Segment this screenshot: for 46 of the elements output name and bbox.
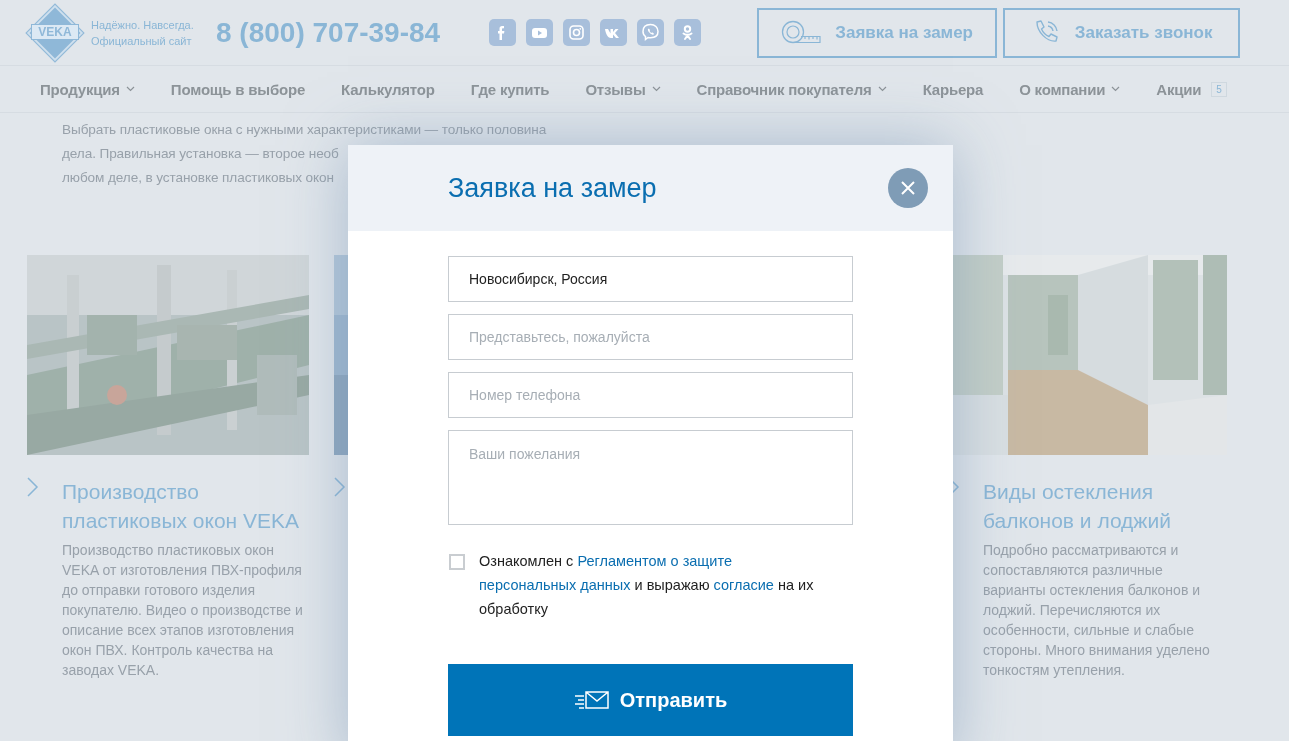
nav-link[interactable]: Карьера bbox=[922, 80, 984, 98]
modal-title: Заявка на замер bbox=[448, 172, 657, 204]
vk-icon[interactable] bbox=[600, 19, 628, 46]
input-field[interactable]: Представьтесь, пожалуйста bbox=[448, 314, 853, 360]
consent-text: Ознакомлен с Регламентом о защите персональных данных и выражаю согласие на их обработку bbox=[479, 552, 815, 619]
video-play-icon[interactable] bbox=[526, 19, 554, 46]
nav-link[interactable]: Где купить bbox=[470, 80, 550, 98]
nav-link[interactable]: Калькулятор bbox=[341, 80, 435, 98]
nav-link[interactable]: Продукция bbox=[40, 80, 135, 98]
input-field[interactable]: Номер телефона bbox=[448, 372, 853, 418]
submit-button[interactable]: Отправить bbox=[448, 664, 853, 736]
nav-link[interactable]: Отзывы bbox=[585, 80, 661, 98]
intro-text: Выбрать пластиковые окна с нужными характеристиками — только половина bbox=[62, 121, 547, 139]
facebook-icon[interactable] bbox=[489, 19, 517, 46]
close-icon bbox=[901, 181, 915, 195]
intro-text: дела. Правильная установка — второе необ bbox=[62, 145, 339, 163]
count-badge: 5 bbox=[1211, 81, 1227, 97]
card-description: Производство пластиковых окон VEKA от изготовления ПВХ-профиля до отправки готового изделия покупателю. Видео о производстве и описание всех этапов изготовления окон ПВХ. Контроль качества на заводах VEKA. bbox=[62, 541, 304, 680]
chevron-right-icon bbox=[334, 477, 346, 497]
consent-link[interactable]: персональных данных bbox=[479, 577, 631, 593]
consent-link[interactable]: согласие bbox=[713, 577, 774, 593]
phone-bubble-icon[interactable] bbox=[637, 19, 665, 46]
wishes-field[interactable]: Ваши пожелания bbox=[448, 430, 853, 525]
card-description: Подробно рассматриваются и сопоставляются различные варианты остекления балконов и лоджий. Перечисляются их особенности, сильные и слабые стороны. Много внимания уделено тонкостям утепления. bbox=[983, 541, 1211, 680]
envelope-icon bbox=[573, 689, 610, 711]
camera-icon[interactable] bbox=[563, 19, 591, 46]
input-field[interactable]: Новосибирск, Россия bbox=[448, 256, 853, 302]
consent-link[interactable]: Регламентом о защите bbox=[577, 553, 732, 569]
chevron-right-icon bbox=[27, 477, 39, 497]
nav-link[interactable]: Помощь в выборе bbox=[170, 80, 306, 98]
tagline: Надёжно. Навсегда. bbox=[91, 18, 195, 31]
intro-text: любом деле, в установке пластиковых окон bbox=[62, 169, 334, 187]
tape-measure-icon bbox=[781, 19, 822, 46]
checkbox[interactable] bbox=[449, 554, 465, 570]
logo[interactable]: VEKA bbox=[27, 4, 83, 61]
card-title[interactable]: Виды остекления балконов и лоджий bbox=[983, 477, 1228, 535]
card-title[interactable]: Производство пластиковых окон VEKA bbox=[62, 477, 307, 535]
measure-request-button[interactable]: Заявка на замер bbox=[757, 7, 998, 58]
nav-link[interactable]: Акции 5 bbox=[1156, 80, 1227, 98]
close-button[interactable] bbox=[888, 168, 928, 208]
nav-link[interactable]: Справочник покупателя bbox=[696, 80, 887, 98]
ok-icon[interactable] bbox=[674, 19, 702, 46]
nav-link[interactable]: О компании bbox=[1019, 80, 1121, 98]
tagline: Официальный сайт bbox=[91, 34, 193, 47]
callback-button[interactable]: Заказать звонок bbox=[1003, 7, 1241, 58]
phone-number[interactable]: 8 (800) 707-39-84 bbox=[216, 16, 441, 49]
